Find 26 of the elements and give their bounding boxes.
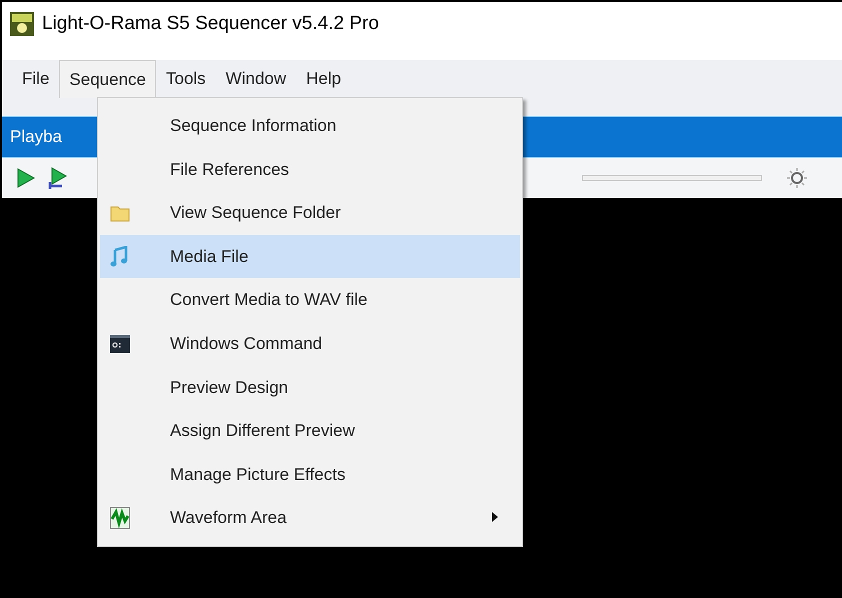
window-title: Light-O-Rama S5 Sequencer v5.4.2 Pro <box>42 12 379 36</box>
menu-item[interactable]: Waveform Area <box>100 496 520 540</box>
app-logo-icon <box>10 12 34 36</box>
menu-bar-item[interactable]: Sequence <box>59 60 156 98</box>
menu-bar-item[interactable]: Window <box>216 60 296 98</box>
menu-item[interactable]: Convert Media to WAV file <box>100 278 520 322</box>
music-note-icon <box>110 246 128 268</box>
panel-title: Playba <box>10 126 62 148</box>
waveform-icon <box>110 507 130 530</box>
menu-item[interactable]: Sequence Information <box>100 104 520 148</box>
folder-icon <box>110 204 130 222</box>
brightness-icon[interactable] <box>786 167 808 189</box>
play-range-icon[interactable] <box>48 166 68 190</box>
menu-item[interactable]: File References <box>100 148 520 192</box>
menu-bar-item[interactable]: Help <box>296 60 352 98</box>
menu-item[interactable]: Windows Command <box>100 322 520 366</box>
menu-item[interactable]: Preview Design <box>100 366 520 410</box>
menu-bar-item[interactable]: Tools <box>156 60 216 98</box>
slider-track[interactable] <box>582 175 762 181</box>
menu-item[interactable]: Media File <box>100 234 520 278</box>
console-icon <box>110 334 130 353</box>
menu-item[interactable]: Assign Different Preview <box>100 409 520 453</box>
menu-item[interactable]: Manage Picture Effects <box>100 452 520 496</box>
play-icon[interactable] <box>16 167 36 189</box>
menu-bar-item[interactable]: File <box>12 60 60 98</box>
menu-item[interactable]: View Sequence Folder <box>100 191 520 235</box>
